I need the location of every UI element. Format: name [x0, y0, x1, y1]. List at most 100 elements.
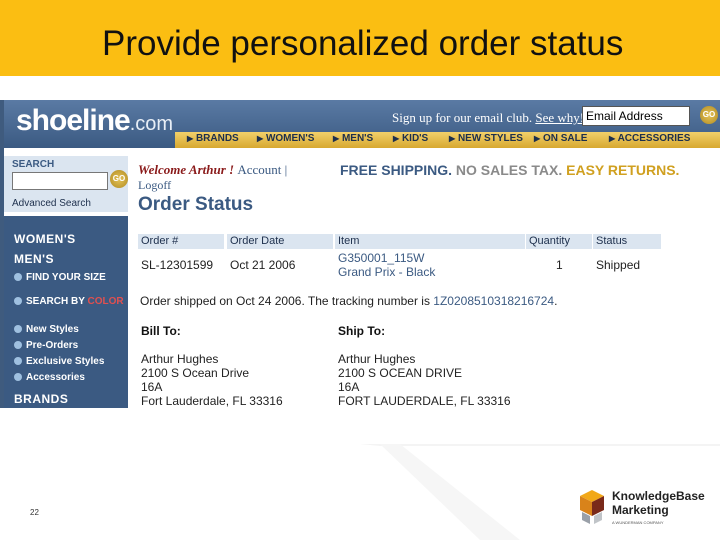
search-go-button[interactable]: GO	[110, 170, 128, 188]
color-label: COLOR	[87, 296, 124, 307]
bullet-icon	[14, 357, 22, 366]
nav-mens[interactable]: ▶ MEN'S	[333, 133, 373, 144]
slide-title: Provide personalized order status	[102, 24, 624, 63]
order-date: Oct 21 2006	[230, 258, 296, 272]
nav-womens[interactable]: ▶ WOMEN'S	[257, 133, 314, 144]
col-header-status: Status	[593, 234, 661, 249]
shipment-text: Order shipped on Oct 24 2006. The tracki…	[140, 294, 430, 308]
email-address-input[interactable]	[582, 106, 690, 126]
arrow-icon: ▶	[393, 134, 400, 143]
arrow-icon: ▶	[257, 134, 264, 143]
sidebar-item-label: New Styles	[26, 324, 79, 335]
nav-kids[interactable]: ▶ KID'S	[393, 133, 428, 144]
bill-to-label: Bill To:	[141, 324, 181, 338]
advanced-search-link[interactable]: Advanced Search	[12, 198, 91, 209]
order-quantity: 1	[556, 258, 563, 272]
col-header-item: Item	[335, 234, 525, 249]
sidebar-item-label: Accessories	[26, 372, 85, 383]
promo-free-shipping: FREE SHIPPING.	[340, 162, 453, 178]
arrow-icon: ▶	[534, 134, 541, 143]
logo-suffix: .com	[129, 113, 174, 135]
ship-to-line: 2100 S OCEAN DRIVE	[338, 366, 463, 380]
logo-subline: A WUNDERMAN COMPANY	[612, 520, 664, 525]
bill-to-address: Arthur Hughes 2100 S Ocean Drive 16A For…	[141, 352, 283, 408]
sidebar-womens[interactable]: WOMEN'S	[14, 232, 76, 246]
nav-new-styles-label: NEW STYLES	[457, 133, 523, 144]
search-label: SEARCH	[12, 159, 55, 170]
welcome-text: Welcome Arthur !	[138, 162, 235, 177]
col-header-quantity: Quantity	[526, 234, 592, 249]
sidebar-item-accessories[interactable]: Accessories	[14, 372, 85, 383]
search-by-label: SEARCH BY	[26, 296, 85, 307]
ship-to-line: Arthur Hughes	[338, 352, 416, 366]
sidebar-mens[interactable]: MEN'S	[14, 252, 54, 266]
nav-on-sale-label: ON SALE	[542, 133, 588, 144]
bullet-icon	[14, 273, 22, 282]
tracking-number-link[interactable]: 1Z0208510318216724	[433, 294, 554, 308]
sidebar-brands[interactable]: BRANDS	[14, 392, 68, 406]
nav-on-sale[interactable]: ▶ ON SALE	[534, 133, 587, 144]
nav-accessories-label: ACCESSORIES	[617, 133, 691, 144]
arrow-icon: ▶	[187, 134, 194, 143]
account-link[interactable]: Account	[237, 162, 281, 177]
nav-mens-label: MEN'S	[341, 133, 374, 144]
bill-to-line: 2100 S Ocean Drive	[141, 366, 250, 380]
page-number: 22	[30, 508, 39, 517]
website-screenshot: shoeline.com Sign up for our email club.…	[0, 100, 720, 408]
bill-to-line: 16A	[141, 380, 163, 394]
bullet-icon	[14, 325, 22, 334]
shipment-info: Order shipped on Oct 24 2006. The tracki…	[140, 294, 557, 308]
nav-brands-label: BRANDS	[195, 133, 239, 144]
sidebar-item-pre-orders[interactable]: Pre-Orders	[14, 340, 78, 351]
promo-no-sales-tax: NO SALES TAX.	[455, 162, 563, 178]
promo-easy-returns: EASY RETURNS.	[566, 162, 680, 178]
promo-banner: FREE SHIPPING. NO SALES TAX. EASY RETURN…	[340, 162, 679, 178]
arrow-icon: ▶	[449, 134, 456, 143]
item-name-link[interactable]: Grand Prix - Black	[338, 265, 435, 279]
sidebar-item-label: Exclusive Styles	[26, 356, 105, 367]
page-title: Order Status	[138, 194, 254, 215]
col-header-order: Order #	[138, 234, 224, 249]
arrow-icon: ▶	[609, 134, 616, 143]
nav-new-styles[interactable]: ▶ NEW STYLES	[449, 133, 523, 144]
find-size-label: FIND YOUR SIZE	[26, 272, 106, 283]
nav-brands[interactable]: ▶ BRANDS	[187, 133, 239, 144]
sidebar-nav: WOMEN'S MEN'S FIND YOUR SIZE SEARCH BY C…	[4, 216, 128, 408]
separator: |	[284, 162, 288, 177]
logo-line-2: Marketing	[612, 503, 669, 517]
sidebar-find-size[interactable]: FIND YOUR SIZE	[14, 272, 106, 283]
sidebar-search: SEARCH GO Advanced Search	[4, 156, 128, 212]
signup-text: Sign up for our email club.	[392, 110, 533, 125]
ship-to-line: 16A	[338, 380, 360, 394]
sidebar-item-label: Pre-Orders	[26, 340, 79, 351]
nav-accessories[interactable]: ▶ ACCESSORIES	[609, 133, 690, 144]
item-code-link[interactable]: G350001_115W	[338, 251, 425, 265]
logoff-link[interactable]: Logoff	[138, 178, 171, 193]
ship-to-line: FORT LAUDERDALE, FL 33316	[338, 394, 511, 408]
site-logo[interactable]: shoeline.com	[16, 104, 173, 138]
bullet-icon	[14, 341, 22, 350]
col-header-date: Order Date	[227, 234, 333, 249]
logo-main: shoeline	[16, 104, 131, 137]
sidebar-search-by-color[interactable]: SEARCH BY COLOR	[14, 296, 124, 307]
email-go-button[interactable]: GO	[700, 106, 718, 124]
order-status: Shipped	[596, 258, 641, 272]
sidebar-item-exclusive-styles[interactable]: Exclusive Styles	[14, 356, 104, 367]
welcome-message: Welcome Arthur ! Account |	[138, 162, 287, 178]
nav-kids-label: KID'S	[401, 133, 429, 144]
see-why-link[interactable]: See why!	[535, 110, 584, 125]
order-number: SL-12301599	[141, 258, 214, 272]
logo-line-1: KnowledgeBase	[612, 489, 705, 503]
nav-womens-label: WOMEN'S	[265, 133, 315, 144]
bill-to-line: Fort Lauderdale, FL 33316	[141, 394, 283, 408]
shipment-period: .	[554, 294, 558, 308]
email-signup: Sign up for our email club. See why!	[392, 110, 584, 126]
top-nav: ▶ BRANDS ▶ WOMEN'S ▶ MEN'S ▶ KID'S ▶ NEW…	[175, 132, 720, 148]
ship-to-label: Ship To:	[338, 324, 386, 338]
bullet-icon	[14, 297, 22, 306]
bullet-icon	[14, 373, 22, 382]
sidebar-item-new-styles[interactable]: New Styles	[14, 324, 79, 335]
bill-to-line: Arthur Hughes	[141, 352, 219, 366]
arrow-icon: ▶	[333, 134, 340, 143]
search-input[interactable]	[12, 172, 108, 190]
